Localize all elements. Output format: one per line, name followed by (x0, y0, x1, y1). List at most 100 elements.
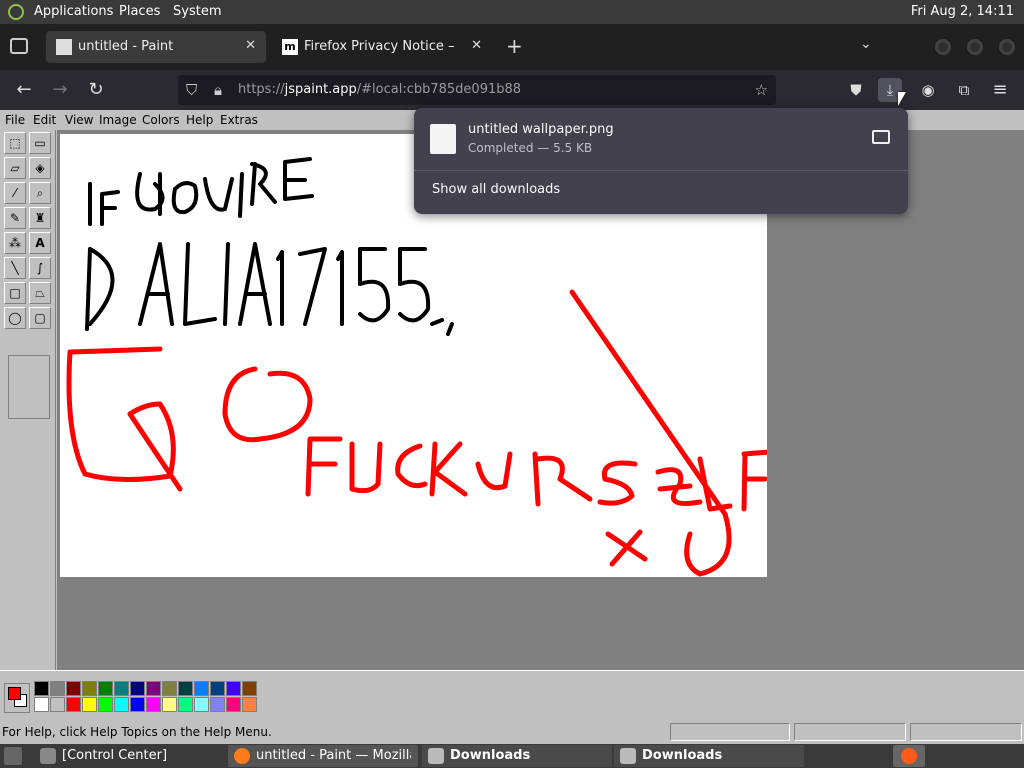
maximize-icon[interactable] (967, 39, 983, 55)
palette-swatch[interactable] (114, 697, 129, 712)
tab-privacy-notice[interactable]: m Firefox Privacy Notice — Mo ✕ (272, 31, 492, 63)
palette-swatch[interactable] (210, 697, 225, 712)
airbrush-tool-icon[interactable]: ⁂ (4, 232, 26, 254)
palette-swatch[interactable] (162, 697, 177, 712)
file-icon (430, 124, 456, 154)
palette-swatch[interactable] (226, 681, 241, 696)
text-tool-icon[interactable]: A (29, 232, 51, 254)
url-bar[interactable]: ⛉ 🔒︎ https://jspaint.app/#local:cbb785de… (178, 75, 776, 105)
curve-tool-icon[interactable]: ∫ (29, 257, 51, 279)
palette-swatch[interactable] (50, 697, 65, 712)
color-picker-tool-icon[interactable]: ⁄ (4, 182, 26, 204)
clock[interactable]: Fri Aug 2, 14:11 (911, 4, 1014, 19)
tab-overview-icon[interactable] (10, 38, 28, 54)
nav-bar: ← → ↻ ⛉ 🔒︎ https://jspaint.app/#local:cb… (0, 70, 1024, 110)
palette-swatch[interactable] (210, 681, 225, 696)
tab-title: untitled - Paint (78, 39, 174, 54)
ellipse-tool-icon[interactable]: ◯ (4, 307, 26, 329)
show-all-downloads-button[interactable]: Show all downloads (432, 182, 560, 197)
menu-extras[interactable]: Extras (220, 113, 258, 127)
eraser-tool-icon[interactable]: ▱ (4, 157, 26, 179)
palette-swatch[interactable] (130, 681, 145, 696)
palette-swatch[interactable] (242, 697, 257, 712)
paint-favicon-icon (56, 39, 72, 55)
pocket-icon[interactable]: ⛊ (844, 78, 868, 102)
mouse-cursor-icon (898, 92, 906, 106)
palette-swatch[interactable] (130, 697, 145, 712)
palette-swatch[interactable] (194, 681, 209, 696)
tool-options[interactable] (8, 355, 50, 419)
distro-logo-icon[interactable] (8, 4, 24, 20)
palette-swatch[interactable] (66, 697, 81, 712)
palette-swatch[interactable] (226, 697, 241, 712)
reload-icon[interactable]: ↻ (84, 78, 108, 102)
system-menu[interactable]: System (173, 4, 221, 19)
palette-swatch[interactable] (194, 697, 209, 712)
task-downloads-1[interactable]: Downloads (422, 745, 612, 767)
current-colors[interactable] (4, 683, 30, 713)
palette-swatch[interactable] (114, 681, 129, 696)
back-icon[interactable]: ← (12, 78, 36, 102)
palette-swatch[interactable] (242, 681, 257, 696)
minimize-icon[interactable] (935, 39, 951, 55)
free-select-tool-icon[interactable]: ⬚ (4, 132, 26, 154)
fill-tool-icon[interactable]: ◈ (29, 157, 51, 179)
palette-swatch[interactable] (178, 681, 193, 696)
task-downloads-2[interactable]: Downloads (614, 745, 804, 767)
close-tab-icon[interactable]: ✕ (471, 38, 482, 53)
palette-swatch[interactable] (34, 681, 49, 696)
applications-menu[interactable]: Applications (34, 4, 113, 19)
download-file-name[interactable]: untitled wallpaper.png (468, 122, 614, 137)
menu-colors[interactable]: Colors (142, 113, 180, 127)
palette-swatch[interactable] (162, 681, 177, 696)
list-tabs-icon[interactable]: ⌄ (860, 36, 872, 52)
palette-swatch[interactable] (98, 681, 113, 696)
new-tab-icon[interactable]: + (506, 34, 523, 58)
task-control-center[interactable]: [Control Center] (34, 745, 224, 767)
palette-swatch[interactable] (82, 697, 97, 712)
bookmark-star-icon[interactable]: ☆ (755, 81, 768, 99)
extensions-icon[interactable]: ⧉ (952, 78, 976, 102)
rounded-rectangle-tool-icon[interactable]: ▢ (29, 307, 51, 329)
palette-swatch[interactable] (82, 681, 97, 696)
shield-icon[interactable]: ⛉ (186, 81, 197, 99)
window-close-icon[interactable] (999, 39, 1015, 55)
status-bar: For Help, click Help Topics on the Help … (0, 720, 1024, 744)
palette-swatch[interactable] (50, 681, 65, 696)
tab-title: Firefox Privacy Notice — Mo (304, 39, 454, 54)
menu-help[interactable]: Help (186, 113, 213, 127)
palette-swatch[interactable] (146, 681, 161, 696)
top-panel: Applications Places System Fri Aug 2, 14… (0, 0, 1024, 24)
magnifier-tool-icon[interactable]: ⌕ (29, 182, 51, 204)
app-menu-icon[interactable]: ≡ (988, 78, 1012, 102)
rectangle-tool-icon[interactable]: □ (4, 282, 26, 304)
forward-icon[interactable]: → (48, 78, 72, 102)
open-folder-icon[interactable] (872, 130, 890, 144)
divider (414, 170, 908, 171)
account-icon[interactable]: ◉ (916, 78, 940, 102)
brush-tool-icon[interactable]: ♜ (29, 207, 51, 229)
menu-edit[interactable]: Edit (33, 113, 56, 127)
places-menu[interactable]: Places (119, 4, 160, 19)
workspace-switcher[interactable] (893, 745, 925, 767)
show-desktop-icon[interactable] (4, 747, 22, 765)
palette-swatch[interactable] (66, 681, 81, 696)
menu-image[interactable]: Image (99, 113, 137, 127)
line-tool-icon[interactable]: ╲ (4, 257, 26, 279)
select-tool-icon[interactable]: ▭ (29, 132, 51, 154)
task-firefox-paint[interactable]: untitled - Paint — Mozilla ... (228, 745, 418, 767)
menu-file[interactable]: File (5, 113, 25, 127)
palette-swatch[interactable] (98, 697, 113, 712)
menu-view[interactable]: View (65, 113, 93, 127)
pencil-tool-icon[interactable]: ✎ (4, 207, 26, 229)
url-text[interactable]: https://jspaint.app/#local:cbb785de091b8… (238, 82, 521, 97)
close-tab-icon[interactable]: ✕ (245, 38, 256, 53)
tab-paint[interactable]: untitled - Paint ✕ (46, 31, 266, 63)
palette-swatch[interactable] (34, 697, 49, 712)
palette-swatch[interactable] (146, 697, 161, 712)
lock-icon[interactable]: 🔒︎ (214, 81, 222, 99)
download-status: Completed — 5.5 KB (468, 141, 593, 155)
palette-swatch[interactable] (178, 697, 193, 712)
polygon-tool-icon[interactable]: ⏢ (29, 282, 51, 304)
status-text: For Help, click Help Topics on the Help … (2, 725, 272, 739)
